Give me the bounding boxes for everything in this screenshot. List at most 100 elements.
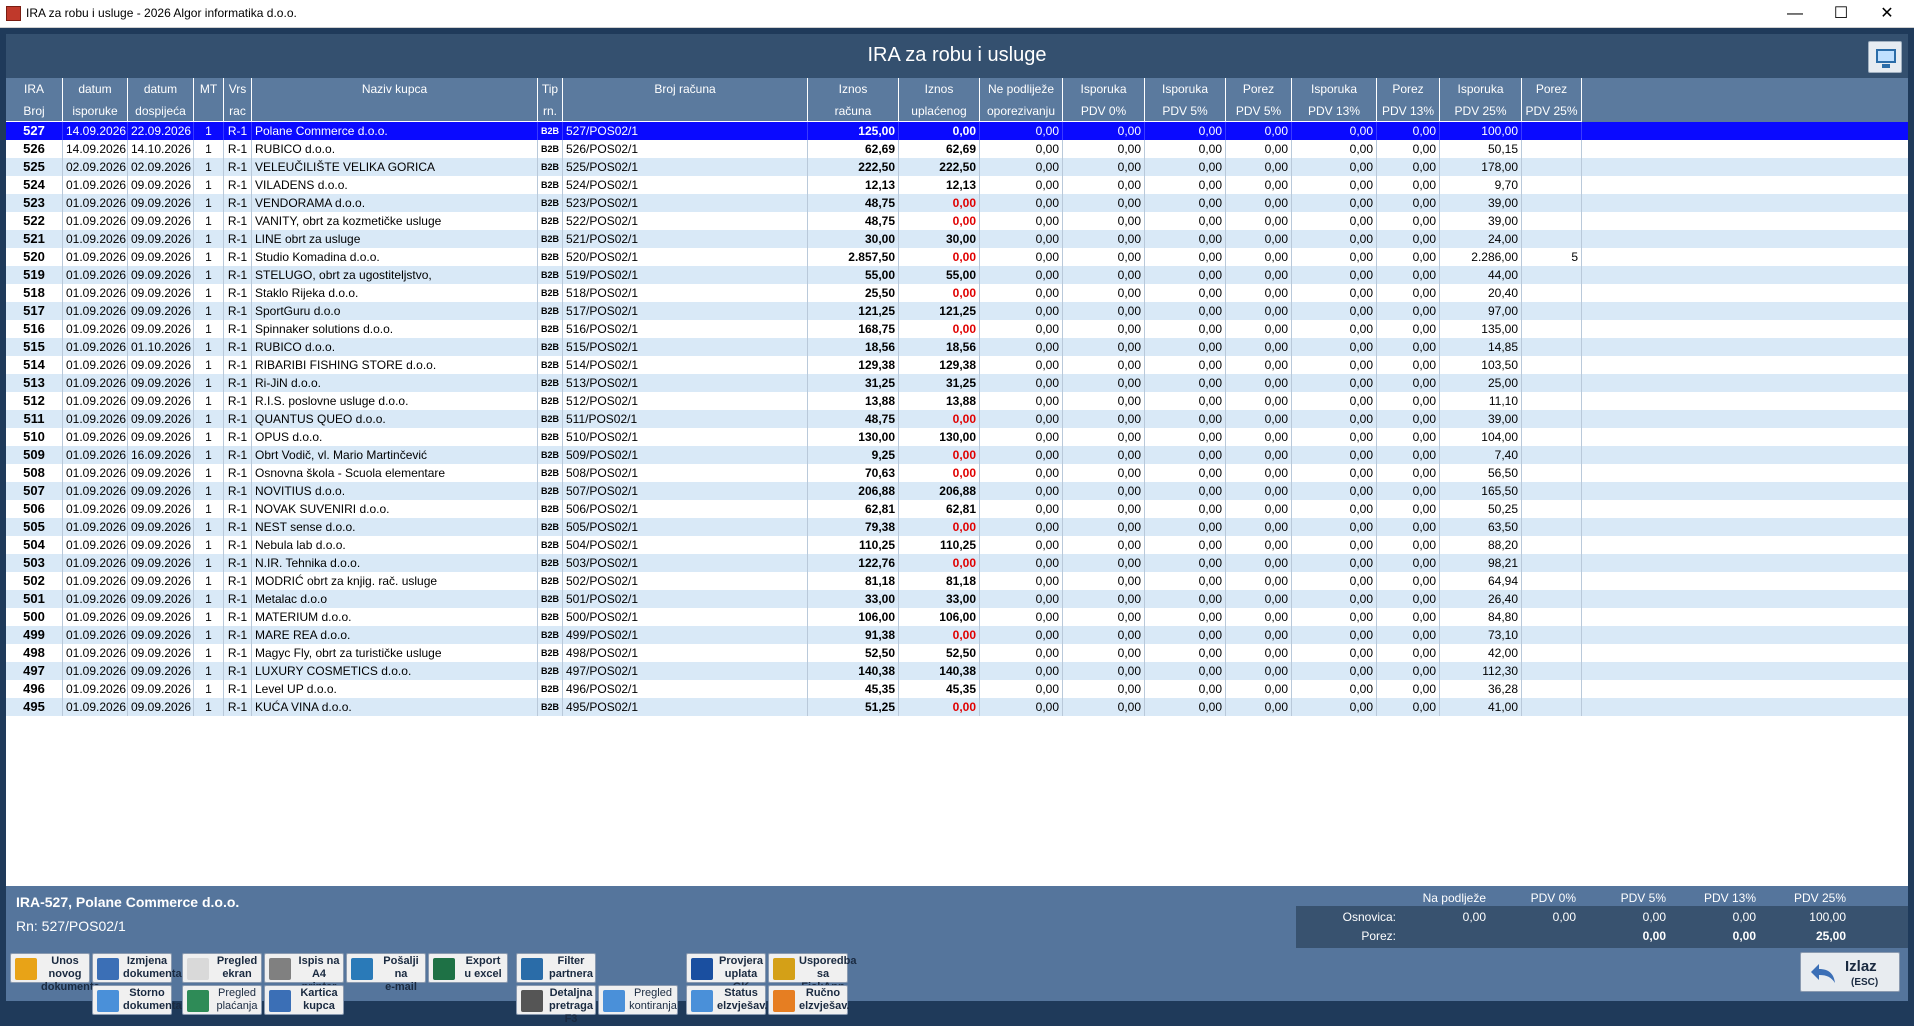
posalji-email-button[interactable]: Pošalji na e-mail [346,953,426,993]
table-row[interactable]: 521 01.09.2026 09.09.2026 1 R-1 LINE obrt za … [6,230,1908,248]
cell-iznos-uplacenog: 206,88 [899,482,980,500]
cell-isporuka-pdv25: 25,00 [1440,374,1522,392]
table-row[interactable]: 495 01.09.2026 09.09.2026 1 R-1 KUĆA VINA d.o… [6,698,1908,716]
cell-datum-dospijeca: 09.09.2026 [128,644,194,662]
maximize-button[interactable]: ☐ [1818,0,1864,28]
izmjena-dokumenta-button[interactable]: Izmjena dokumenta [92,953,182,983]
table-row[interactable]: 502 01.09.2026 09.09.2026 1 R-1 MODRIĆ obrt z… [6,572,1908,590]
table-row[interactable]: 511 01.09.2026 09.09.2026 1 R-1 QUANTUS QUEO … [6,410,1908,428]
cell-datum-dospijeca: 09.09.2026 [128,302,194,320]
table-row[interactable]: 507 01.09.2026 09.09.2026 1 R-1 NOVITIUS d.o.… [6,482,1908,500]
cell-isporuka-pdv0: 0,00 [1063,446,1145,464]
export-excel-button[interactable]: Export u excel [428,953,508,983]
column-header-datum-isporuke[interactable]: datum isporuke [63,78,128,122]
table-row[interactable]: 515 01.09.2026 01.10.2026 1 R-1 RUBICO d.o.o.… [6,338,1908,356]
rucno-elzvjesav-button[interactable]: Ručno elzvješav. [768,985,850,1015]
column-header-mt[interactable]: MT [194,78,224,122]
cell-datum-dospijeca: 09.09.2026 [128,230,194,248]
table-row[interactable]: 517 01.09.2026 09.09.2026 1 R-1 SportGuru d.o… [6,302,1908,320]
usporedba-fiskapp-button[interactable]: Usporedba sa FiskApp [768,953,856,993]
table-row[interactable]: 508 01.09.2026 09.09.2026 1 R-1 Osnovna škola… [6,464,1908,482]
table-row[interactable]: 505 01.09.2026 09.09.2026 1 R-1 NEST sense d.… [6,518,1908,536]
cell-tip-racuna: B2B [538,392,563,410]
table-row[interactable]: 496 01.09.2026 09.09.2026 1 R-1 Level UP d.o.… [6,680,1908,698]
column-header-iznos-uplacenog[interactable]: Iznos uplaćenog [899,78,980,122]
table-row[interactable]: 526 14.09.2026 14.10.2026 1 R-1 RUBICO d.o.o.… [6,140,1908,158]
table-row[interactable]: 513 01.09.2026 09.09.2026 1 R-1 Ri-JiN d.o.o.… [6,374,1908,392]
table-row[interactable]: 518 01.09.2026 09.09.2026 1 R-1 Staklo Rijeka… [6,284,1908,302]
cell-iznos-racuna: 30,00 [808,230,899,248]
column-header-isporuka-pdv5[interactable]: Isporuka PDV 5% [1145,78,1226,122]
exit-button[interactable]: Izlaz (ESC) [1800,952,1900,992]
table-row[interactable]: 506 01.09.2026 09.09.2026 1 R-1 NOVAK SUVENIR… [6,500,1908,518]
table-row[interactable]: 500 01.09.2026 09.09.2026 1 R-1 MATERIUM d.o.… [6,608,1908,626]
table-row[interactable]: 520 01.09.2026 09.09.2026 1 R-1 Studio Komadi… [6,248,1908,266]
table-row[interactable]: 522 01.09.2026 09.09.2026 1 R-1 VANITY, obrt … [6,212,1908,230]
button-label: Izmjena dokumenta [123,955,182,980]
table-row[interactable]: 503 01.09.2026 09.09.2026 1 R-1 N.IR. Tehnika… [6,554,1908,572]
provjera-uplata-button[interactable]: Provjera uplata GK [686,953,766,993]
column-header-ira-broj[interactable]: IRA Broj [6,78,63,122]
unos-novog-dokumenta-button[interactable]: Unos novog dokumenta [10,953,100,993]
table-row[interactable]: 501 01.09.2026 09.09.2026 1 R-1 Metalac d.o.o… [6,590,1908,608]
cell-naziv-kupca: LINE obrt za usluge [252,230,538,248]
column-header-naziv-kupca[interactable]: Naziv kupca [252,78,538,122]
status-elzvjesav-button[interactable]: Status elzvješav. [686,985,768,1015]
table-row[interactable]: 509 01.09.2026 16.09.2026 1 R-1 Obrt Vodič, v… [6,446,1908,464]
table-row[interactable]: 524 01.09.2026 09.09.2026 1 R-1 VILADENS d.o.… [6,176,1908,194]
column-header-vrsta-racuna[interactable]: Vrs rac [224,78,252,122]
pregled-kontiranja-button[interactable]: Pregled kontiranja [598,985,678,1015]
column-header-porez-pdv5[interactable]: Porez PDV 5% [1226,78,1292,122]
kartica-kupca-button[interactable]: Kartica kupca [264,985,344,1015]
cell-vrsta-racuna: R-1 [224,392,252,410]
column-header-porez-pdv13[interactable]: Porez PDV 13% [1377,78,1440,122]
column-header-line [194,100,223,122]
cell-iznos-racuna: 52,50 [808,644,899,662]
column-header-ne-podlijeze[interactable]: Ne podliježe oporezivanju [980,78,1063,122]
table-row[interactable]: 510 01.09.2026 09.09.2026 1 R-1 OPUS d.o.o. B2… [6,428,1908,446]
cell-ne-podlijeze: 0,00 [980,374,1063,392]
column-header-line: Isporuka [1161,82,1209,96]
column-header-isporuka-pdv13[interactable]: Isporuka PDV 13% [1292,78,1377,122]
cell-datum-dospijeca: 09.09.2026 [128,410,194,428]
cell-vrsta-racuna: R-1 [224,662,252,680]
minimize-button[interactable]: — [1772,0,1818,28]
table-row[interactable]: 514 01.09.2026 09.09.2026 1 R-1 RIBARIBI FISH… [6,356,1908,374]
cell-iznos-uplacenog: 18,56 [899,338,980,356]
table-row[interactable]: 519 01.09.2026 09.09.2026 1 R-1 STELUGO, obrt… [6,266,1908,284]
table-row[interactable]: 523 01.09.2026 09.09.2026 1 R-1 VENDORAMA d.o… [6,194,1908,212]
cell-datum-dospijeca: 09.09.2026 [128,374,194,392]
cell-isporuka-pdv25: 100,00 [1440,122,1522,140]
column-header-line: Broj računa [654,82,716,96]
storno-dokumenta-button[interactable]: Storno dokumenta [92,985,182,1015]
filter-partnera-button[interactable]: Filter partnera [516,953,596,983]
pregled-ekran-button[interactable]: Pregled ekran [182,953,262,983]
column-header-porez-pdv25[interactable]: Porez PDV 25% [1522,78,1582,122]
cell-isporuka-pdv25: 84,80 [1440,608,1522,626]
cell-naziv-kupca: STELUGO, obrt za ugostiteljstvo, [252,266,538,284]
column-header-isporuka-pdv25[interactable]: Isporuka PDV 25% [1440,78,1522,122]
table-row[interactable]: 497 01.09.2026 09.09.2026 1 R-1 LUXURY COSMET… [6,662,1908,680]
ispis-a4-button[interactable]: Ispis na A4 printer (F6) [264,953,344,1006]
screen-settings-button[interactable] [1868,41,1902,73]
close-button[interactable]: ✕ [1864,0,1910,28]
excel-icon [433,958,455,980]
table-row[interactable]: 516 01.09.2026 09.09.2026 1 R-1 Spinnaker sol… [6,320,1908,338]
table-row[interactable]: 527 14.09.2026 22.09.2026 1 R-1 Polane Commer… [6,122,1908,140]
table-row[interactable]: 525 02.09.2026 02.09.2026 1 R-1 VELEUČILIŠTE … [6,158,1908,176]
table-row[interactable]: 504 01.09.2026 09.09.2026 1 R-1 Nebula lab d.… [6,536,1908,554]
cell-iznos-uplacenog: 31,25 [899,374,980,392]
cell-isporuka-pdv13: 0,00 [1292,356,1377,374]
table-row[interactable]: 498 01.09.2026 09.09.2026 1 R-1 Magyc Fly, ob… [6,644,1908,662]
table-row[interactable]: 499 01.09.2026 09.09.2026 1 R-1 MARE REA d.o.… [6,626,1908,644]
column-header-broj-racuna[interactable]: Broj računa [563,78,808,122]
pregled-placanja-button[interactable]: Pregled plaćanja [182,985,262,1015]
column-header-tip-racuna[interactable]: Tip rn. [538,78,563,122]
column-header-isporuka-pdv0[interactable]: Isporuka PDV 0% [1063,78,1145,122]
cell-porez-pdv13: 0,00 [1377,482,1440,500]
table-row[interactable]: 512 01.09.2026 09.09.2026 1 R-1 R.I.S. poslov… [6,392,1908,410]
column-header-datum-dospijeca[interactable]: datum dospijeća [128,78,194,122]
detaljna-pretraga-button[interactable]: Detaljna pretraga F3 [516,985,596,1025]
cell-porez-pdv25 [1522,626,1582,644]
column-header-iznos-racuna[interactable]: Iznos računa [808,78,899,122]
